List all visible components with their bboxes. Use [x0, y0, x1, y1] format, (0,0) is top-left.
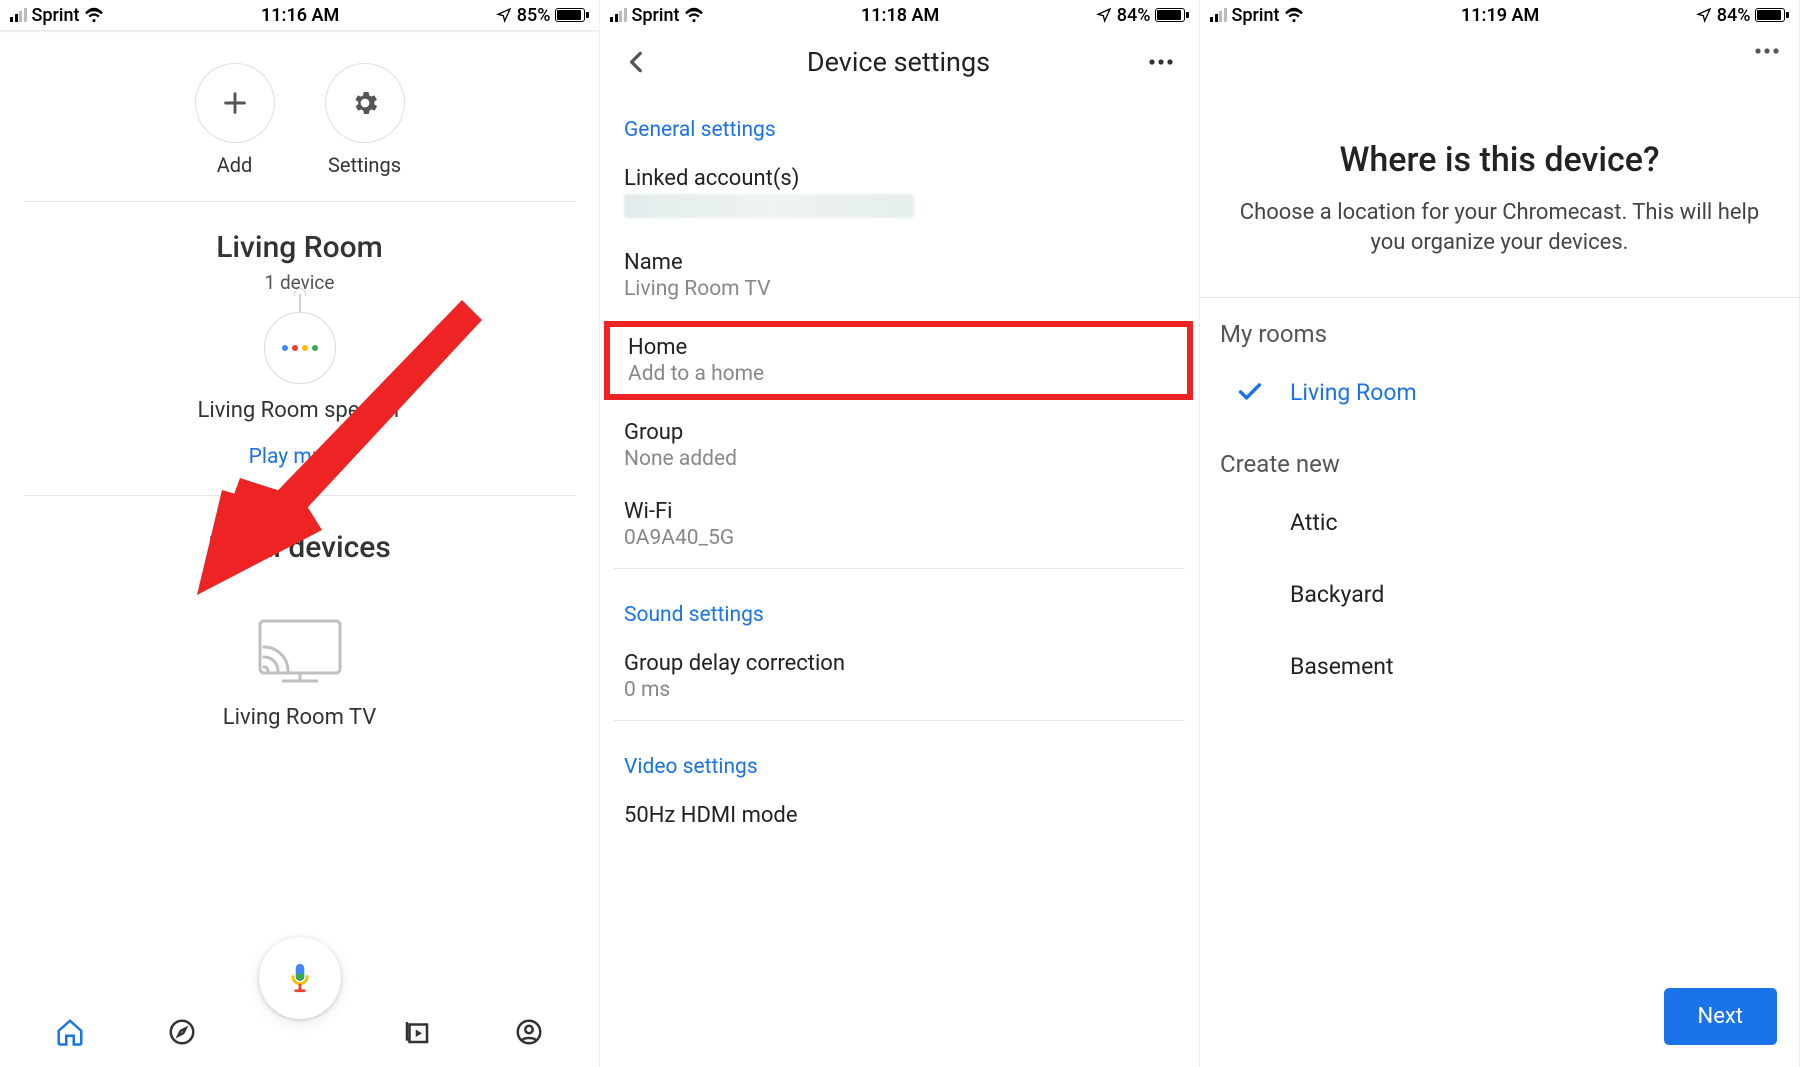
battery-pct: 84% [1717, 5, 1751, 26]
status-bar: Sprint 11:18 AM 84% [600, 0, 1199, 30]
status-bar: Sprint 11:16 AM 85% [0, 0, 599, 30]
nav-account-icon[interactable] [514, 1017, 544, 1047]
gear-icon [350, 88, 380, 118]
create-new-header: Create new [1200, 428, 1799, 486]
redacted-account [624, 194, 914, 218]
status-bar: Sprint 11:19 AM 84% [1200, 0, 1799, 30]
linked-accounts-row[interactable]: Linked account(s) [600, 152, 1199, 236]
play-music-link[interactable]: Play music [0, 445, 599, 469]
sound-settings-header: Sound settings [600, 573, 1199, 637]
battery-icon [1155, 8, 1189, 22]
carrier-label: Sprint [632, 5, 680, 26]
nav-discover-icon[interactable] [167, 1017, 197, 1047]
settings-label: Settings [328, 153, 401, 177]
page-title: Device settings [807, 46, 990, 78]
heading: Where is this device? [1200, 140, 1799, 180]
speaker-device[interactable] [264, 312, 336, 384]
video-settings-header: Video settings [600, 725, 1199, 789]
home-row-highlight: Home Add to a home [604, 321, 1193, 400]
local-devices-title: Local devices [0, 530, 599, 565]
carrier-label: Sprint [1232, 5, 1280, 26]
battery-pct: 84% [1117, 5, 1151, 26]
screen-choose-room: Sprint 11:19 AM 84% Where is this device… [1200, 0, 1800, 1067]
location-icon [496, 7, 512, 23]
room-option-living-room[interactable]: Living Room [1200, 356, 1799, 428]
room-title: Living Room [0, 230, 599, 265]
time-label: 11:18 AM [861, 5, 939, 26]
wifi-row[interactable]: Wi-Fi 0A9A40_5G [600, 485, 1199, 564]
room-option-basement[interactable]: Basement [1200, 630, 1799, 702]
back-button[interactable] [624, 49, 650, 75]
add-button[interactable]: Add [195, 63, 275, 177]
signal-bars-icon [10, 8, 27, 22]
battery-icon [1755, 8, 1789, 22]
wifi-icon [1284, 7, 1304, 23]
time-label: 11:19 AM [1461, 5, 1539, 26]
location-icon [1096, 7, 1112, 23]
screen-device-settings: Sprint 11:18 AM 84% Device settings Gene… [600, 0, 1200, 1067]
plus-icon [221, 89, 249, 117]
wifi-icon [84, 7, 104, 23]
more-menu-button[interactable] [1753, 46, 1781, 56]
voice-mic-button[interactable] [259, 937, 341, 1019]
wifi-icon [684, 7, 704, 23]
hdmi-mode-row[interactable]: 50Hz HDMI mode [600, 789, 1199, 842]
room-option-attic[interactable]: Attic [1200, 486, 1799, 558]
speaker-name: Living Room speaker [0, 398, 599, 423]
sub-heading: Choose a location for your Chromecast. T… [1200, 198, 1799, 257]
location-icon [1696, 7, 1712, 23]
battery-icon [555, 8, 589, 22]
tv-name: Living Room TV [0, 705, 599, 730]
google-home-icon [264, 312, 336, 384]
room-option-backyard[interactable]: Backyard [1200, 558, 1799, 630]
group-row[interactable]: Group None added [600, 406, 1199, 485]
time-label: 11:16 AM [261, 5, 339, 26]
screen-home: Sprint 11:16 AM 85% Add Settings Living … [0, 0, 600, 1067]
name-row[interactable]: Name Living Room TV [600, 236, 1199, 315]
mic-icon [283, 961, 317, 995]
group-delay-row[interactable]: Group delay correction 0 ms [600, 637, 1199, 716]
check-icon [1220, 378, 1280, 406]
nav-home-icon[interactable] [55, 1017, 85, 1047]
carrier-label: Sprint [32, 5, 80, 26]
next-button[interactable]: Next [1664, 988, 1777, 1045]
signal-bars-icon [610, 8, 627, 22]
my-rooms-header: My rooms [1200, 298, 1799, 356]
nav-media-icon[interactable] [402, 1017, 432, 1047]
more-menu-button[interactable] [1147, 57, 1175, 67]
settings-button[interactable]: Settings [325, 63, 405, 177]
home-row[interactable]: Home Add to a home [610, 327, 1187, 394]
general-settings-header: General settings [600, 88, 1199, 152]
add-label: Add [217, 153, 253, 177]
chromecast-tv-icon [252, 615, 348, 687]
signal-bars-icon [1210, 8, 1227, 22]
tv-device[interactable]: Living Room TV [0, 615, 599, 730]
battery-pct: 85% [517, 5, 551, 26]
